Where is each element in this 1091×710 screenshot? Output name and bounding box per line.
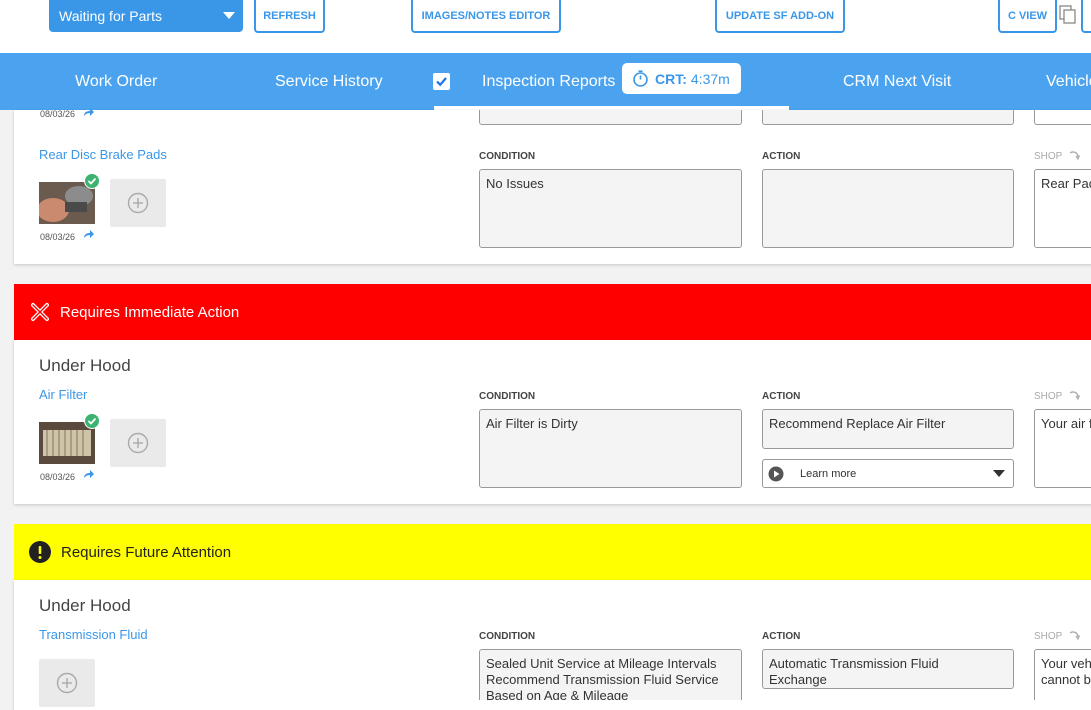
action-field[interactable]: Recommend Replace Air Filter [762,409,1014,449]
status-select-value: Waiting for Parts [59,8,162,24]
refresh-icon[interactable] [1068,390,1080,402]
share-icon[interactable] [83,229,95,239]
condition-label: CONDITION [479,391,536,402]
prev-shop-field[interactable] [1034,110,1091,125]
photo-date: 08/03/26 [40,232,76,242]
action-field[interactable]: Automatic Transmission Fluid Exchange [762,649,1014,689]
section-title: Under Hood [39,356,131,375]
condition-label: CONDITION [479,631,536,642]
learn-more-select[interactable]: Learn more [762,459,1014,488]
play-icon [768,466,784,481]
plus-circle-icon [56,672,78,694]
item-name-link[interactable]: Air Filter [39,387,87,402]
status-select[interactable]: Waiting for Parts [49,0,243,32]
photo-date: 08/03/26 [40,109,76,119]
chevron-down-icon [993,470,1005,477]
images-notes-editor-button[interactable]: IMAGES/NOTES EDITOR [411,0,561,33]
exclamation-icon [29,541,51,563]
shop-notes-field[interactable]: Your veh cannot b [1034,649,1091,700]
prev-action-field[interactable] [762,110,1014,125]
prev-condition-field[interactable] [479,110,742,125]
check-icon [84,173,100,189]
condition-field[interactable]: Air Filter is Dirty [479,409,742,488]
air-filter-photo[interactable] [39,422,95,464]
crt-value: 4:37m [690,70,730,87]
shop-notes-field[interactable]: Rear Pad [1034,169,1091,248]
item-name-link[interactable]: Rear Disc Brake Pads [39,147,167,162]
tab-vehicle[interactable]: Vehicle [1046,53,1091,110]
refresh-button[interactable]: REFRESH [254,0,325,33]
condition-field[interactable]: Sealed Unit Service at Mileage Intervals… [479,649,742,700]
refresh-icon[interactable] [1068,630,1080,642]
item-name-link[interactable]: Transmission Fluid [39,627,148,642]
main-nav: Work Order Service History Inspection Re… [0,53,1091,110]
shop-label: SHOP [1034,631,1063,642]
action-label: ACTION [762,631,801,642]
add-photo-button[interactable] [110,179,166,227]
shop-label: SHOP [1034,151,1063,162]
learn-more-label: Learn more [800,467,857,480]
chevron-down-icon [223,12,235,19]
tab-inspection-reports[interactable]: Inspection Reports [482,53,615,110]
c-view-button[interactable]: C VIEW [998,0,1057,33]
update-sf-addon-button[interactable]: UPDATE SF ADD-ON [715,0,845,33]
crt-label: CRT: [655,70,687,87]
brake-pads-photo[interactable] [39,182,95,224]
tab-work-order[interactable]: Work Order [75,53,157,110]
condition-field[interactable]: No Issues [479,169,742,248]
crt-timer: CRT: 4:37m [622,63,741,94]
action-field[interactable] [762,169,1014,248]
shop-label: SHOP [1034,391,1063,402]
overflow-button[interactable] [1081,0,1091,33]
inspection-checkbox[interactable] [433,73,450,90]
condition-label: CONDITION [479,151,536,162]
banner-label: Requires Future Attention [61,543,232,561]
immediate-action-banner: Requires Immediate Action [14,284,1091,340]
stopwatch-icon [633,70,648,87]
x-warning-icon [31,303,49,321]
share-icon[interactable] [83,469,95,479]
action-label: ACTION [762,151,801,162]
shop-notes-field[interactable]: Your air f [1034,409,1091,488]
share-icon[interactable] [83,107,95,117]
future-attention-banner: Requires Future Attention [14,524,1091,580]
banner-label: Requires Immediate Action [60,303,240,321]
copy-icon[interactable] [1059,5,1077,25]
tab-service-history[interactable]: Service History [275,53,383,110]
action-label: ACTION [762,391,801,402]
section-title: Under Hood [39,596,131,615]
tab-crm-next-visit[interactable]: CRM Next Visit [843,53,951,110]
plus-circle-icon [127,192,149,214]
photo-date: 08/03/26 [40,472,76,482]
top-toolbar: Waiting for Parts REFRESH IMAGES/NOTES E… [0,0,1091,53]
check-icon [436,77,447,87]
plus-circle-icon [127,432,149,454]
check-icon [84,413,100,429]
add-photo-button[interactable] [110,419,166,467]
refresh-icon[interactable] [1068,150,1080,162]
